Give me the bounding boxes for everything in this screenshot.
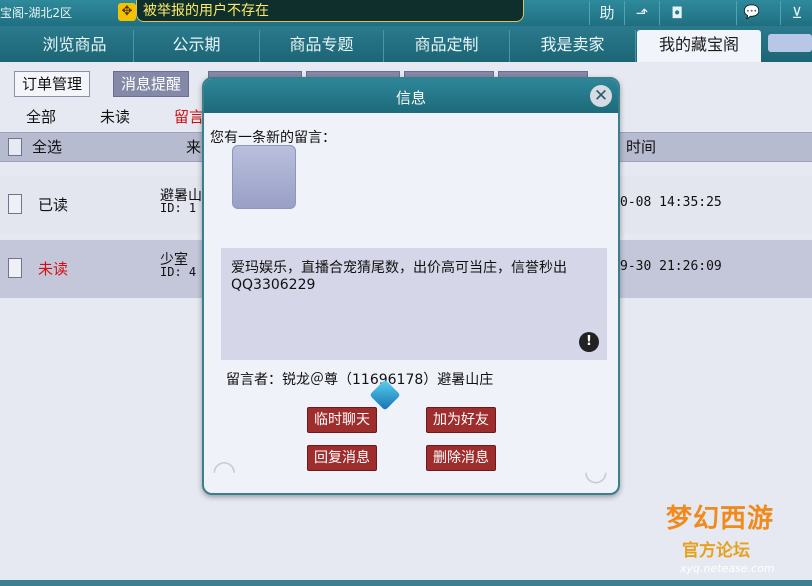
tab-my-treasure[interactable]: 我的藏宝阁: [637, 30, 761, 62]
nav-extra-tab[interactable]: [768, 34, 812, 52]
help-button[interactable]: 助: [589, 1, 624, 25]
tab-custom[interactable]: 商品定制: [384, 30, 510, 62]
filter-comments[interactable]: 留言: [174, 106, 204, 127]
row-status: 已读: [38, 196, 69, 214]
more-icon[interactable]: ⊻: [780, 1, 812, 25]
filter-unread[interactable]: 未读: [100, 106, 130, 127]
logo-subtitle: 官方论坛: [682, 541, 750, 561]
tab-topics[interactable]: 商品专题: [260, 30, 384, 62]
record-icon[interactable]: ◘: [659, 1, 694, 25]
temp-chat-button[interactable]: 临时聊天: [307, 407, 377, 433]
message-box: 爱玛娱乐，直播合宠猜尾数，出价高可当庄，信誉秒出QQ3306229 !: [221, 248, 607, 360]
notice-banner: 被举报的用户不存在: [136, 0, 524, 22]
logo-url: xyq.netease.com: [680, 562, 775, 575]
title-bar: 宝阁-湖北2区 ✥ 被举报的用户不存在 助 ⬏ ◘ 💬 ⊻: [0, 0, 812, 26]
row-status: 未读: [38, 260, 69, 278]
swirl-decoration-icon: ◡: [583, 454, 608, 487]
subtab-messages[interactable]: 消息提醒: [113, 71, 190, 97]
column-select-all[interactable]: 全选: [32, 136, 62, 157]
row-time: 0-08 14:35:25: [620, 195, 722, 210]
sender-info: 留言者：锐龙＠尊（11696178）避暑山庄: [226, 372, 494, 388]
close-icon[interactable]: ✕: [590, 85, 612, 107]
row-checkbox[interactable]: [8, 194, 22, 214]
main-nav: 浏览商品 公示期 商品专题 商品定制 我是卖家 我的藏宝阁: [0, 26, 812, 62]
dialog-intro: 您有一条新的留言：: [210, 130, 336, 146]
subtab-orders[interactable]: 订单管理: [14, 71, 91, 97]
move-icon[interactable]: ✥: [118, 3, 136, 21]
tab-public[interactable]: 公示期: [134, 30, 260, 62]
select-all-checkbox[interactable]: [8, 138, 22, 156]
report-icon[interactable]: !: [579, 332, 599, 352]
dialog-header[interactable]: 信息 ✕: [204, 79, 618, 113]
chat-icon[interactable]: 💬: [736, 1, 767, 25]
reply-button[interactable]: 回复消息: [307, 445, 377, 471]
add-friend-button[interactable]: 加为好友: [426, 407, 496, 433]
game-logo: 梦幻西游 官方论坛 xyq.netease.com: [666, 496, 806, 584]
row-from-id: ID: 4: [160, 265, 197, 279]
row-time: 9-30 21:26:09: [620, 259, 722, 274]
row-from-id: ID: 1: [160, 201, 197, 215]
message-dialog: 信息 ✕ 您有一条新的留言： 爱玛娱乐，直播合宠猜尾数，出价高可当庄，信誉秒出Q…: [202, 77, 620, 495]
row-checkbox[interactable]: [8, 258, 22, 278]
swirl-decoration-icon: ◠: [212, 454, 237, 487]
filter-all[interactable]: 全部: [26, 106, 56, 127]
app-title: 宝阁-湖北2区: [0, 6, 72, 20]
dialog-title: 信息: [395, 89, 426, 107]
column-from: 来: [186, 138, 202, 156]
column-time: 时间: [626, 138, 657, 156]
tab-browse[interactable]: 浏览商品: [16, 30, 134, 62]
logo-title: 梦幻西游: [666, 504, 775, 534]
share-icon[interactable]: ⬏: [624, 1, 659, 25]
message-text: 爱玛娱乐，直播合宠猜尾数，出价高可当庄，信誉秒出QQ3306229: [231, 260, 567, 293]
avatar: [232, 145, 296, 209]
tab-seller[interactable]: 我是卖家: [510, 30, 636, 62]
delete-button[interactable]: 删除消息: [426, 445, 496, 471]
